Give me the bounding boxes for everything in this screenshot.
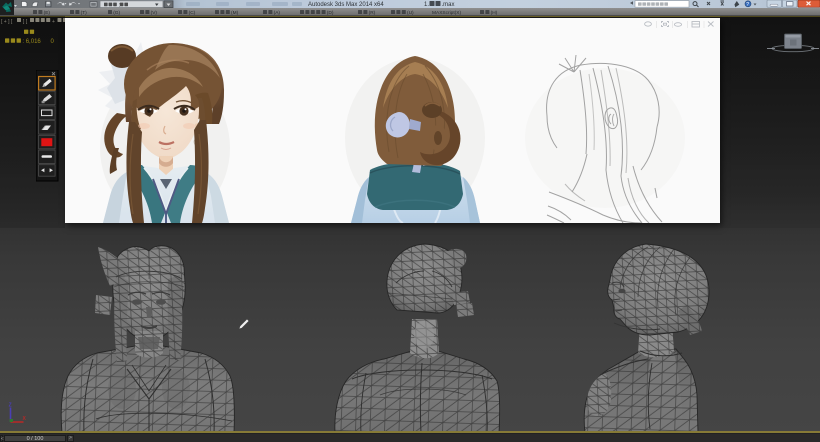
svg-text:Autodesk 3ds Max 2014 x64: Autodesk 3ds Max 2014 x64 [308,2,384,8]
svg-text:] [: ] [ [23,19,28,25]
svg-text:(E): (E) [44,10,51,16]
svg-text:(G): (G) [113,10,120,16]
svg-text:(V): (V) [151,10,158,16]
svg-text:[ + ] [: [ + ] [ [1,19,13,25]
svg-text:?: ? [746,2,749,8]
svg-text:(C): (C) [189,10,196,16]
svg-text:: 6,016: : 6,016 [22,39,41,45]
svg-text:(T): (T) [81,10,88,16]
svg-text:(R): (R) [369,10,376,16]
svg-text:.max: .max [442,2,455,8]
svg-text:(A): (A) [274,10,281,16]
svg-text:(H): (H) [491,10,498,16]
svg-text:X: X [23,416,27,422]
svg-text:(M): (M) [231,10,239,16]
svg-text:MAXScript(X): MAXScript(X) [432,10,461,16]
svg-text:(D): (D) [327,10,334,16]
svg-text:(U): (U) [407,10,414,16]
svg-text:1.: 1. [424,2,429,8]
svg-text:0: 0 [51,39,55,45]
svg-text:Z: Z [9,403,12,409]
svg-text:+: + [52,19,55,25]
